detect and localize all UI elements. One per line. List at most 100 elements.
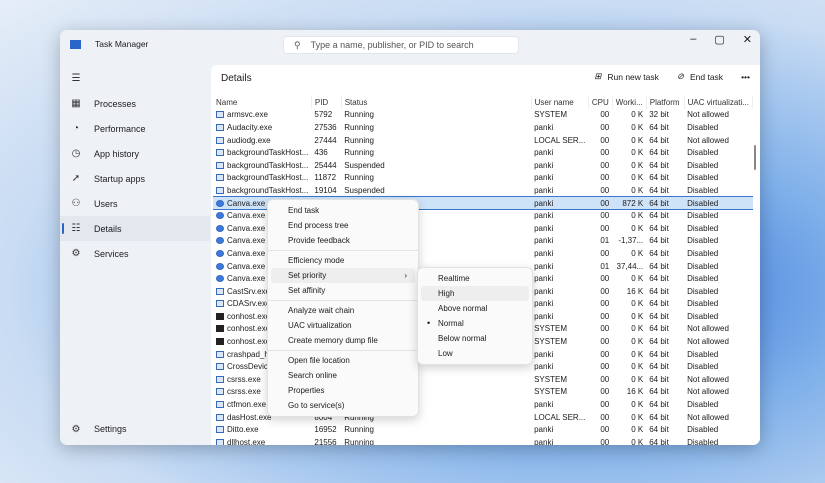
cell-text: panki xyxy=(534,198,554,208)
cell-text: csrss.exe xyxy=(227,374,261,384)
table-row[interactable]: backgroundTaskHost... 436 Running panki 00 0 … xyxy=(213,146,753,159)
search-input[interactable]: ⚲ Type a name, publisher, or PID to searc… xyxy=(283,36,519,54)
menu-item-open-file-location[interactable]: Open file location xyxy=(271,353,415,368)
menu-item-go-to-service-s-[interactable]: Go to service(s) xyxy=(271,398,415,413)
cell: 64 bit xyxy=(646,272,684,285)
menu-item-end-task[interactable]: End task xyxy=(271,203,415,218)
users-icon: ⚇ xyxy=(71,198,81,209)
cell-text: 00 xyxy=(600,110,610,120)
cell-text: 00 xyxy=(600,135,610,145)
sidebar-item-startup-apps[interactable]: ➚ Startup apps xyxy=(60,166,210,191)
cell: LOCAL SER... xyxy=(531,134,588,147)
menu-item-search-online[interactable]: Search online xyxy=(271,368,415,383)
column-header[interactable]: Platform xyxy=(646,96,685,109)
cell: panki xyxy=(531,423,588,436)
scrollbar[interactable] xyxy=(754,145,756,170)
table-row[interactable]: Audacity.exe 27536 Running panki 00 0 K 64 bit… xyxy=(213,121,753,134)
table-row[interactable]: backgroundTaskHost... 19104 Suspended panki… xyxy=(213,184,753,197)
cell: 5792 xyxy=(311,109,341,122)
menu-item-efficiency-mode[interactable]: Efficiency mode xyxy=(271,253,415,268)
cell-text: 0 K xyxy=(631,122,644,132)
cell: SYSTEM xyxy=(531,109,588,122)
cell-text: 21556 xyxy=(314,437,337,445)
table-row[interactable]: audiodg.exe 27444 Running LOCAL SER... 00 0 K… xyxy=(213,134,753,147)
menu-item-create-memory-dump-file[interactable]: Create memory dump file xyxy=(271,333,415,348)
minimize-button[interactable]: – xyxy=(690,33,696,46)
maximize-button[interactable]: ▢ xyxy=(714,33,724,46)
column-header[interactable]: UAC virtualizati... xyxy=(684,96,754,109)
cell: 64 bit xyxy=(646,360,684,373)
cell: 64 bit xyxy=(646,310,684,323)
priority-high[interactable]: High xyxy=(421,286,529,301)
cell: 64 bit xyxy=(646,184,684,197)
cell-text: Ditto.exe xyxy=(227,425,259,435)
hamburger-menu-button[interactable]: ☰ xyxy=(60,66,210,91)
sidebar-item-app-history[interactable]: ◷ App history xyxy=(60,141,210,166)
cell-text: armsvc.exe xyxy=(227,110,268,120)
column-header[interactable]: User name xyxy=(531,96,589,109)
chart-icon: ◔ xyxy=(72,123,80,134)
cell-text: Running xyxy=(344,173,375,183)
cell: Disabled xyxy=(684,159,752,172)
cell: 0 K xyxy=(612,360,646,373)
column-header[interactable]: Status xyxy=(341,96,532,109)
cell-text: 00 xyxy=(600,400,610,410)
menu-item-set-affinity[interactable]: Set affinity xyxy=(271,283,415,298)
cell-text: panki xyxy=(534,362,554,372)
more-options-button[interactable]: ••• xyxy=(741,72,750,82)
sidebar-item-services[interactable]: ⚙ Services xyxy=(60,241,210,266)
cell-text: 00 xyxy=(600,274,610,284)
menu-item-properties[interactable]: Properties xyxy=(271,383,415,398)
cell: 64 bit xyxy=(646,398,684,411)
cell: 0 K xyxy=(612,272,646,285)
cell: 00 xyxy=(588,109,612,122)
sidebar-item-settings[interactable]: ⚙ Settings xyxy=(70,424,127,435)
cell: 27444 xyxy=(311,134,341,147)
menu-item-end-process-tree[interactable]: End process tree xyxy=(271,218,415,233)
cell: 00 xyxy=(588,398,612,411)
cell-text: panki xyxy=(534,248,554,258)
run-new-task-button[interactable]: ⊞ Run new task xyxy=(594,71,659,82)
priority-low[interactable]: Low xyxy=(421,346,529,361)
close-button[interactable]: ✕ xyxy=(743,33,752,46)
cell-text: Canva.exe xyxy=(227,236,266,246)
column-header[interactable]: CPU xyxy=(588,96,613,109)
priority-below-normal[interactable]: Below normal xyxy=(421,331,529,346)
table-row[interactable]: Ditto.exe 16952 Running panki 00 0 K 64 bit Dis… xyxy=(213,423,753,436)
cell: 00 xyxy=(588,360,612,373)
menu-item-provide-feedback[interactable]: Provide feedback xyxy=(271,233,415,248)
sidebar-item-processes[interactable]: ▦ Processes xyxy=(60,91,210,116)
cell-text: Disabled xyxy=(687,198,719,208)
end-task-button[interactable]: ⊘ End task xyxy=(677,71,723,82)
table-row[interactable]: backgroundTaskHost... 25444 Suspended panki… xyxy=(213,159,753,172)
cell: 64 bit xyxy=(646,159,684,172)
column-header[interactable]: Name xyxy=(213,96,312,109)
sidebar-item-users[interactable]: ⚇ Users xyxy=(60,191,210,216)
cell-text: 00 xyxy=(600,211,610,221)
table-row[interactable]: backgroundTaskHost... 11872 Running panki 00… xyxy=(213,172,753,185)
settings-label: Settings xyxy=(94,424,127,434)
table-row[interactable]: dllhost.exe 21556 Running panki 00 0 K 64 bit D… xyxy=(213,436,753,445)
cell-text: 00 xyxy=(600,148,610,158)
column-header[interactable]: PID xyxy=(311,96,342,109)
cell-text: Suspended xyxy=(344,160,385,170)
cell-text: backgroundTaskHost... xyxy=(227,185,309,195)
menu-item-uac-virtualization[interactable]: UAC virtualization xyxy=(271,318,415,333)
priority-realtime[interactable]: Realtime xyxy=(421,271,529,286)
menu-item-analyze-wait-chain[interactable]: Analyze wait chain xyxy=(271,303,415,318)
cell: 00 xyxy=(588,159,612,172)
sidebar-item-performance[interactable]: ◔ Performance xyxy=(60,116,210,141)
cell-text: 0 K xyxy=(631,173,644,183)
column-header[interactable]: Worki... xyxy=(612,96,647,109)
cell: 16 K xyxy=(612,285,646,298)
cell: Audacity.exe xyxy=(213,121,311,134)
priority-above-normal[interactable]: Above normal xyxy=(421,301,529,316)
cell-text: LOCAL SER... xyxy=(534,135,586,145)
menu-item-set-priority[interactable]: Set priority › xyxy=(271,268,415,283)
sidebar-item-details[interactable]: ☷ Details xyxy=(60,216,210,241)
priority-normal[interactable]: • Normal xyxy=(421,316,529,331)
table-row[interactable]: armsvc.exe 5792 Running SYSTEM 00 0 K 32 bit No… xyxy=(213,109,753,122)
cell-text: panki xyxy=(534,425,554,435)
cell: 64 bit xyxy=(646,373,684,386)
process-icon xyxy=(216,149,224,157)
